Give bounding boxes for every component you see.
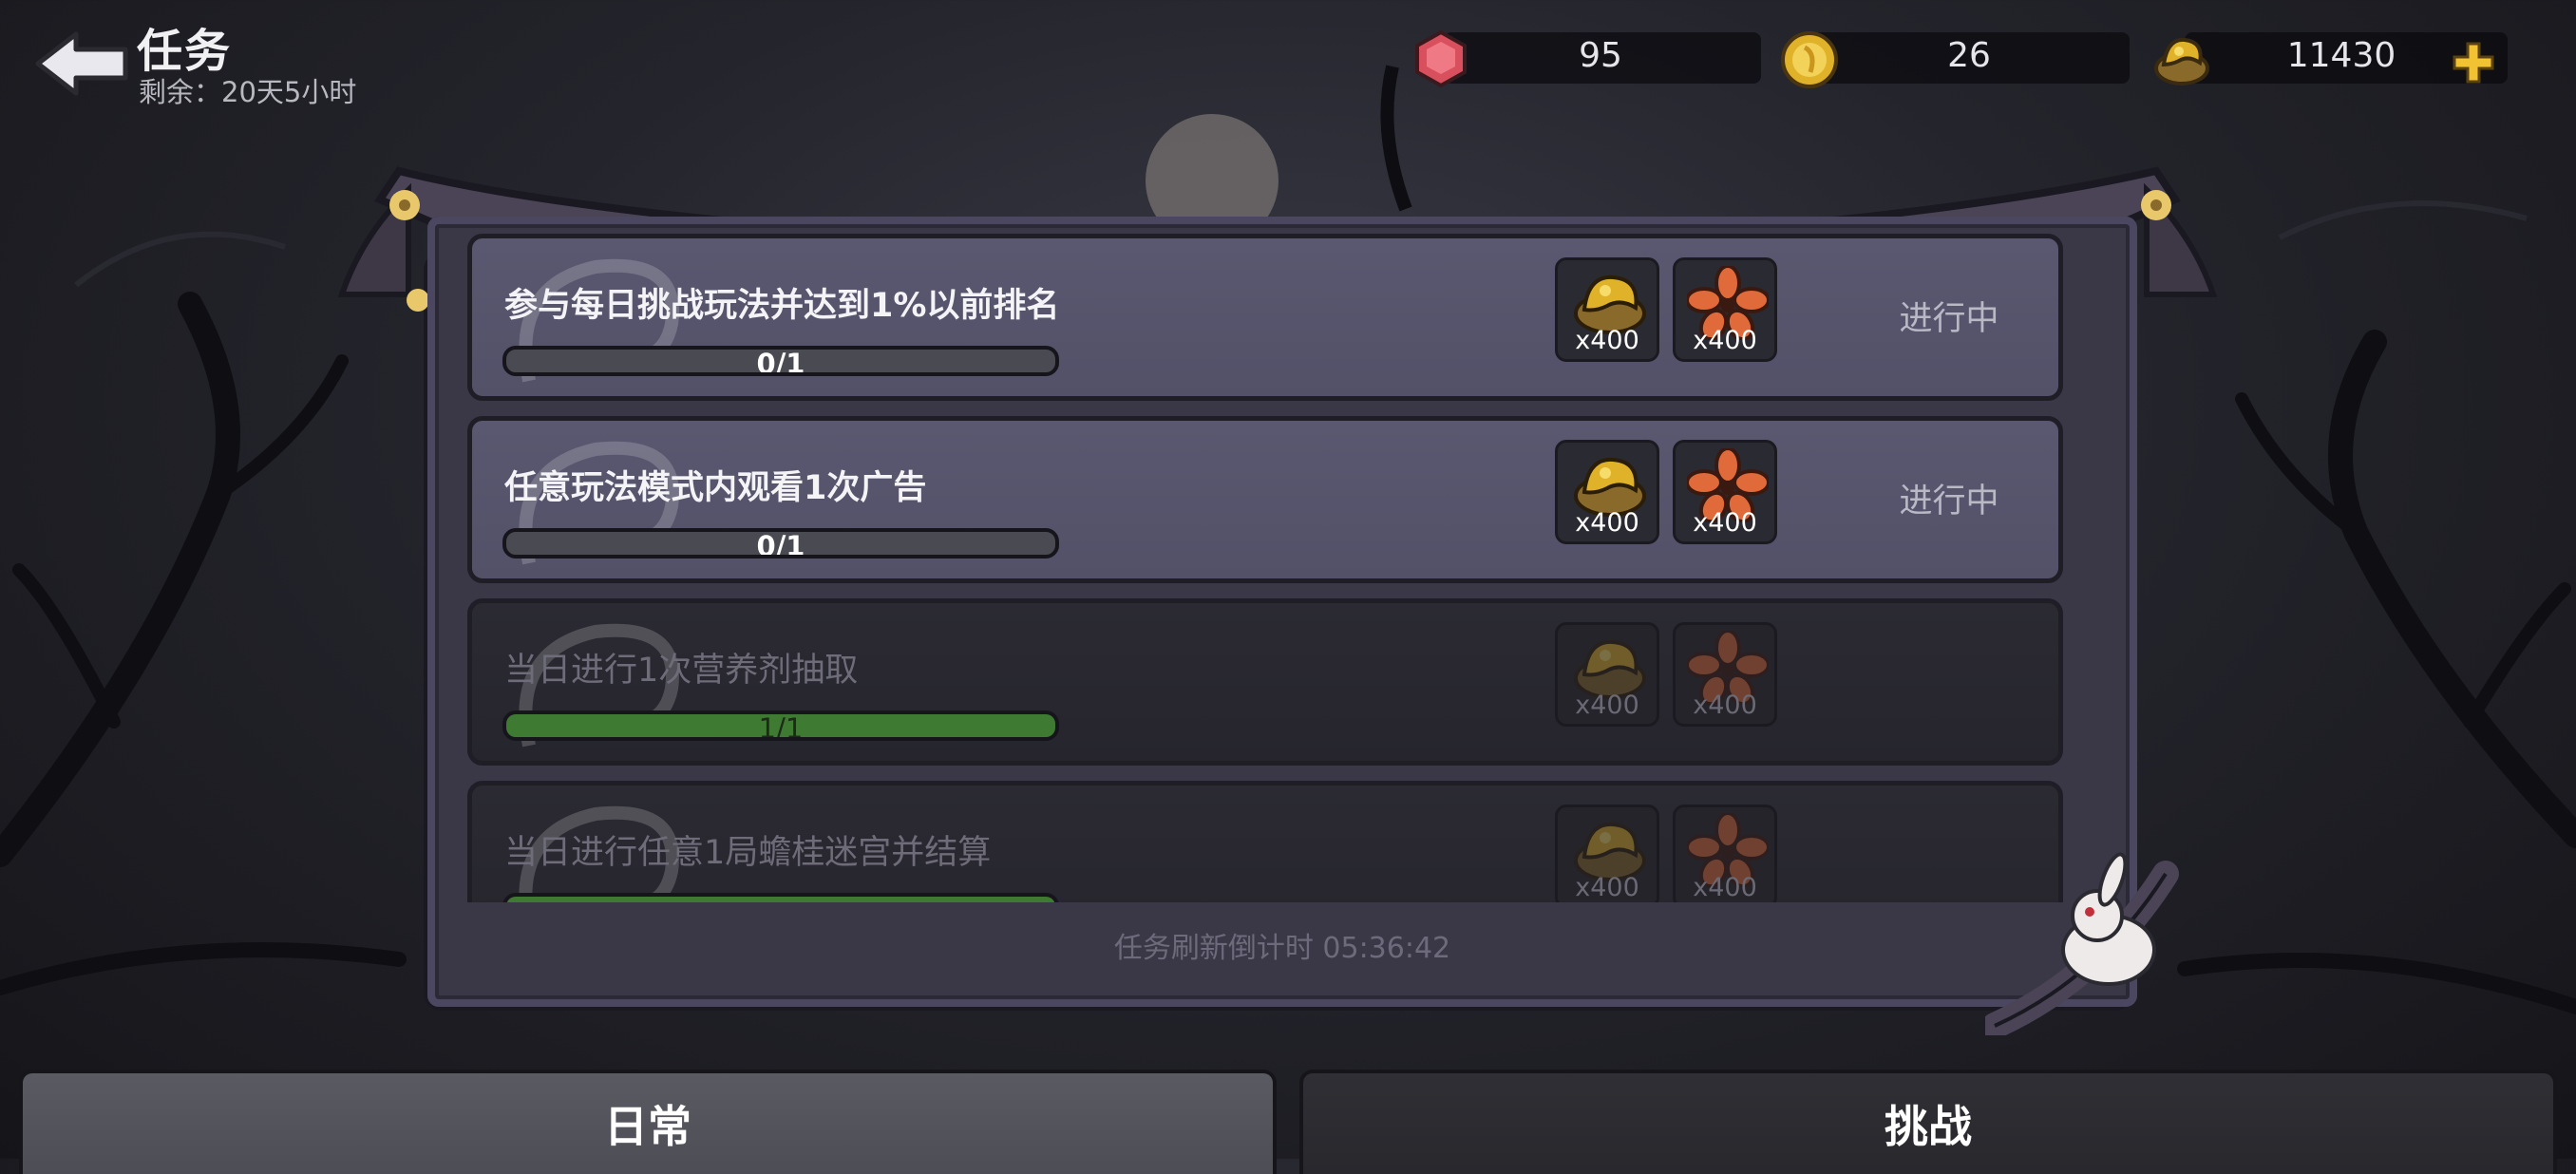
gems-value: 95 (1579, 36, 1622, 75)
task-name: 当日进行任意1局蟾桂迷宫并结算 (504, 834, 992, 872)
task-name: 任意玩法模式内观看1次广告 (504, 469, 927, 507)
task-list[interactable]: 参与每日挑战玩法并达到1%以前排名 0/1 x400 x400 进行中 任意玩法模式内观看… (467, 234, 2063, 902)
task-row[interactable]: 当日进行任意1局蟾桂迷宫并结算 x400 x400 (467, 781, 2063, 902)
progress-text: 0/1 (756, 530, 805, 559)
reward-slot[interactable]: x400 (1555, 805, 1659, 902)
task-progress-bar: 0/1 (502, 528, 1059, 559)
progress-text: 0/1 (756, 348, 805, 376)
task-name: 参与每日挑战玩法并达到1%以前排名 (504, 287, 1060, 325)
reward-quantity: x400 (1693, 873, 1757, 902)
reward-quantity: x400 (1693, 326, 1757, 355)
reward-quantity: x400 (1575, 873, 1639, 902)
currency-gems: 95 (1410, 28, 1761, 88)
reward-slot[interactable]: x400 (1673, 622, 1777, 727)
coins-value: 26 (1947, 36, 1991, 75)
tab-label: 日常 (604, 1101, 691, 1152)
rabbit-decoration-icon (1985, 852, 2179, 1035)
task-progress-bar (502, 893, 1059, 902)
remaining-time: 剩余：20天5小时 (139, 76, 357, 108)
gold-coin-icon (1781, 31, 1838, 88)
back-arrow-icon (35, 31, 128, 96)
task-status: 进行中 (1899, 300, 1999, 338)
ore-value: 11430 (2286, 36, 2396, 75)
task-name: 当日进行1次营养剂抽取 (504, 652, 859, 690)
reward-slot[interactable]: x400 (1555, 622, 1659, 727)
task-row[interactable]: 参与每日挑战玩法并达到1%以前排名 0/1 x400 x400 进行中 (467, 234, 2063, 401)
task-progress-bar: 1/1 (502, 710, 1059, 741)
reward-quantity: x400 (1575, 691, 1639, 720)
plus-icon (2453, 42, 2494, 84)
reward-quantity: x400 (1693, 691, 1757, 720)
reward-quantity: x400 (1575, 508, 1639, 538)
currency-coins: 26 (1778, 28, 2139, 88)
gold-ore-icon (2154, 37, 2209, 85)
red-gem-icon (1415, 29, 1467, 88)
reward-slot[interactable]: x400 (1555, 257, 1659, 362)
progress-text: 1/1 (758, 712, 804, 741)
add-currency-button[interactable] (2451, 40, 2496, 85)
task-status: 进行中 (1899, 483, 1999, 521)
refresh-countdown: 任务刷新倒计时 05:36:42 (1113, 932, 1451, 965)
reward-quantity: x400 (1693, 508, 1757, 538)
back-button[interactable] (34, 28, 129, 99)
reward-slot[interactable]: x400 (1555, 440, 1659, 544)
task-progress-bar: 0/1 (502, 346, 1059, 376)
tab-label: 挑战 (1885, 1101, 1972, 1152)
progress-fill (506, 897, 1055, 902)
reward-slot[interactable]: x400 (1673, 440, 1777, 544)
reward-quantity: x400 (1575, 326, 1639, 355)
task-row[interactable]: 当日进行1次营养剂抽取 1/1 x400 x400 (467, 598, 2063, 766)
reward-slot[interactable]: x400 (1673, 257, 1777, 362)
task-row[interactable]: 任意玩法模式内观看1次广告 0/1 x400 x400 进行中 (467, 416, 2063, 583)
reward-slot[interactable]: x400 (1673, 805, 1777, 902)
